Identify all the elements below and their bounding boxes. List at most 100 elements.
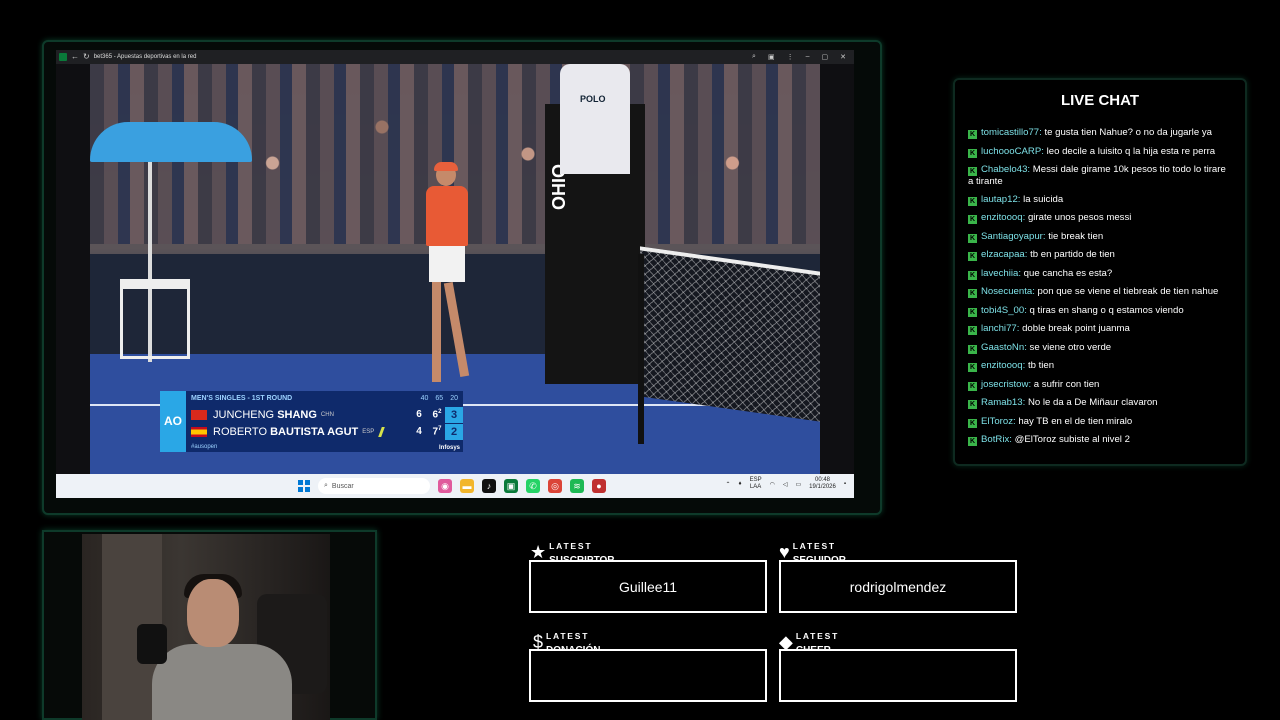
chat-username[interactable]: ElToroz: — [981, 416, 1016, 427]
zoom-icon[interactable]: ⌕ — [752, 53, 756, 61]
chat-username[interactable]: Santiagoyapur: — [981, 231, 1046, 242]
chat-title: LIVE CHAT — [1060, 92, 1140, 109]
serving-indicator-icon — [378, 427, 386, 437]
kick-badge-icon: K — [968, 148, 977, 158]
bet365-icon[interactable]: ▣ — [504, 479, 518, 493]
chat-username[interactable]: Chabelo43: — [981, 164, 1030, 175]
chat-username[interactable]: lanchi77: — [981, 323, 1019, 334]
chat-username[interactable]: josecristow: — [981, 379, 1031, 390]
chat-text: @ElToroz subiste al nivel 2 — [1014, 434, 1130, 445]
kick-badge-icon: K — [968, 270, 977, 280]
chat-username[interactable]: tobi4S_00: — [981, 305, 1027, 316]
volume-icon[interactable]: ◁ — [783, 481, 788, 488]
chat-username[interactable]: Ramab13: — [981, 397, 1025, 408]
tennis-video[interactable]: OHIO POLO AO MEN'S SINGLES - 1ST ROUND 4… — [56, 64, 854, 474]
spotify-icon[interactable]: ≋ — [570, 479, 584, 493]
tennis-scene: OHIO POLO AO MEN'S SINGLES - 1ST ROUND 4… — [90, 64, 820, 474]
taskbar-search[interactable]: ⌕ Buscar — [318, 478, 430, 494]
chat-list: Ktomicastillo77: te gusta tien Nahue? o … — [968, 127, 1232, 453]
chat-message: K Nosecuenta: pon que se viene el tiebrea… — [968, 286, 1232, 298]
chat-message: Kelzacapaa: tb en partido de tien — [968, 249, 1232, 261]
chat-message: Ktomicastillo77: te gusta tien Nahue? o … — [968, 127, 1232, 139]
chat-message: KluchoooCARP: leo decile a luisito q la … — [968, 146, 1232, 158]
chat-message: K Ramab13: No le da a De Miñaur clavaron — [968, 397, 1232, 409]
chat-username[interactable]: lautap12: — [981, 194, 1020, 205]
chat-username[interactable]: enzitoooq: — [981, 360, 1025, 371]
latest-suscriptor-box: Guillee11 — [529, 560, 767, 613]
kick-badge-icon: K — [968, 326, 977, 335]
close-icon[interactable]: ✕ — [840, 53, 846, 61]
whatsapp-icon[interactable]: ✆ — [526, 479, 540, 493]
browser-title: bet365 - Apuestas deportivas en la red — [93, 54, 197, 60]
chat-username[interactable]: elzacapaa: — [981, 249, 1027, 260]
chat-text: a sufrir con tien — [1033, 378, 1100, 390]
taskbar-clock[interactable]: 00:48 19/1/2026 — [809, 477, 836, 491]
chat-message: Ktobi4S_00: q tiras en shang o q estamos… — [968, 305, 1232, 317]
chrome-icon[interactable]: ◎ — [548, 479, 562, 493]
kick-badge-icon: K — [968, 233, 977, 243]
app-icon[interactable]: ● — [592, 479, 606, 493]
chat-text: q tiras en shang o q estamos viendo — [1029, 304, 1184, 316]
copilot-icon[interactable]: ◉ — [438, 479, 452, 493]
reload-icon[interactable]: ↻ — [83, 53, 90, 61]
chat-text: tb tien — [1027, 360, 1055, 371]
latest-donacion-box — [529, 649, 767, 702]
wifi-icon[interactable]: ◠ — [770, 481, 775, 488]
chat-message: Klautap12: la suicida — [968, 194, 1232, 206]
maximize-icon[interactable]: ▢ — [822, 53, 829, 61]
tiktok-icon[interactable]: ♪ — [482, 479, 496, 493]
language-indicator[interactable]: ESP LAA — [750, 477, 762, 491]
windows-taskbar: ⌕ Buscar ◉ ▬ ♪ ▣ ✆ ◎ ≋ ● ⌃ ♦ ESP LAA ◠ ◁ … — [56, 474, 854, 498]
latest-cheer-box — [779, 649, 1017, 702]
browser-titlebar: ← ↻ bet365 - Apuestas deportivas en la r… — [56, 50, 854, 64]
kick-badge-icon: K — [968, 215, 977, 224]
chat-message: K BotRix: @ElToroz subiste al nivel 2 — [968, 434, 1232, 446]
chat-username[interactable]: tomicastillo77: — [981, 127, 1042, 138]
kick-badge-icon: K — [968, 307, 977, 317]
notification-icon[interactable]: ▪ — [844, 481, 846, 487]
china-flag-icon — [191, 410, 207, 420]
heart-icon: ♥ — [779, 542, 790, 563]
chat-username[interactable]: GaastoNn: — [981, 342, 1027, 353]
extensions-icon[interactable]: ▣ — [768, 53, 775, 61]
webcam-feed — [82, 534, 330, 720]
chat-username[interactable]: BotRix: — [981, 434, 1012, 445]
chat-message: K Chabelo43: Messi dale girame 10k pesos … — [968, 164, 1232, 187]
chat-username[interactable]: luchoooCARP: — [981, 146, 1044, 157]
chevron-up-icon[interactable]: ⌃ — [726, 481, 731, 488]
chat-text: la suicida — [1023, 193, 1064, 205]
bet365-favicon-icon — [59, 53, 67, 61]
tennis-player — [422, 162, 472, 394]
back-icon[interactable]: ← — [71, 53, 79, 61]
windows-start-icon[interactable] — [298, 480, 310, 492]
minimize-icon[interactable]: – — [806, 53, 810, 61]
umpire: POLO — [560, 64, 630, 174]
score-sponsor: Infosys — [438, 445, 460, 451]
score-header-nums: 40 65 20 — [420, 395, 458, 402]
search-icon: ⌕ — [324, 482, 328, 489]
spain-flag-icon — [191, 427, 207, 437]
kick-badge-icon: K — [968, 289, 977, 298]
chat-username[interactable]: lavechiia: — [981, 268, 1021, 279]
ao-logo: AO — [160, 391, 186, 452]
chat-username[interactable]: Nosecuenta: — [981, 286, 1035, 297]
kick-badge-icon: K — [968, 167, 977, 176]
kick-badge-icon: K — [968, 252, 977, 261]
kick-badge-icon: K — [968, 381, 977, 391]
latest-seguidor-box: rodrigolmendez — [779, 560, 1017, 613]
microphone-icon[interactable]: ♦ — [739, 481, 742, 487]
battery-icon[interactable]: ▭ — [795, 481, 801, 488]
more-icon[interactable]: ⋮ — [787, 53, 794, 61]
kick-badge-icon: K — [968, 418, 977, 428]
kick-badge-icon: K — [968, 363, 977, 372]
chat-message: K GaastoNn: se viene otro verde — [968, 342, 1232, 354]
file-explorer-icon[interactable]: ▬ — [460, 479, 474, 493]
chat-username[interactable]: enzitoooq: — [981, 212, 1025, 223]
chat-message: Kjosecristow: a sufrir con tien — [968, 379, 1232, 391]
chat-text: No le da a De Miñaur clavaron — [1027, 397, 1158, 408]
chat-message: Kenzitoooq: tb tien — [968, 360, 1232, 372]
chat-message: Kenzitoooq: girate unos pesos messi — [968, 212, 1232, 224]
microphone — [137, 624, 167, 664]
taskbar-apps: ◉ ▬ ♪ ▣ ✆ ◎ ≋ ● — [438, 479, 606, 493]
score-hashtag: #ausopen — [191, 444, 218, 450]
